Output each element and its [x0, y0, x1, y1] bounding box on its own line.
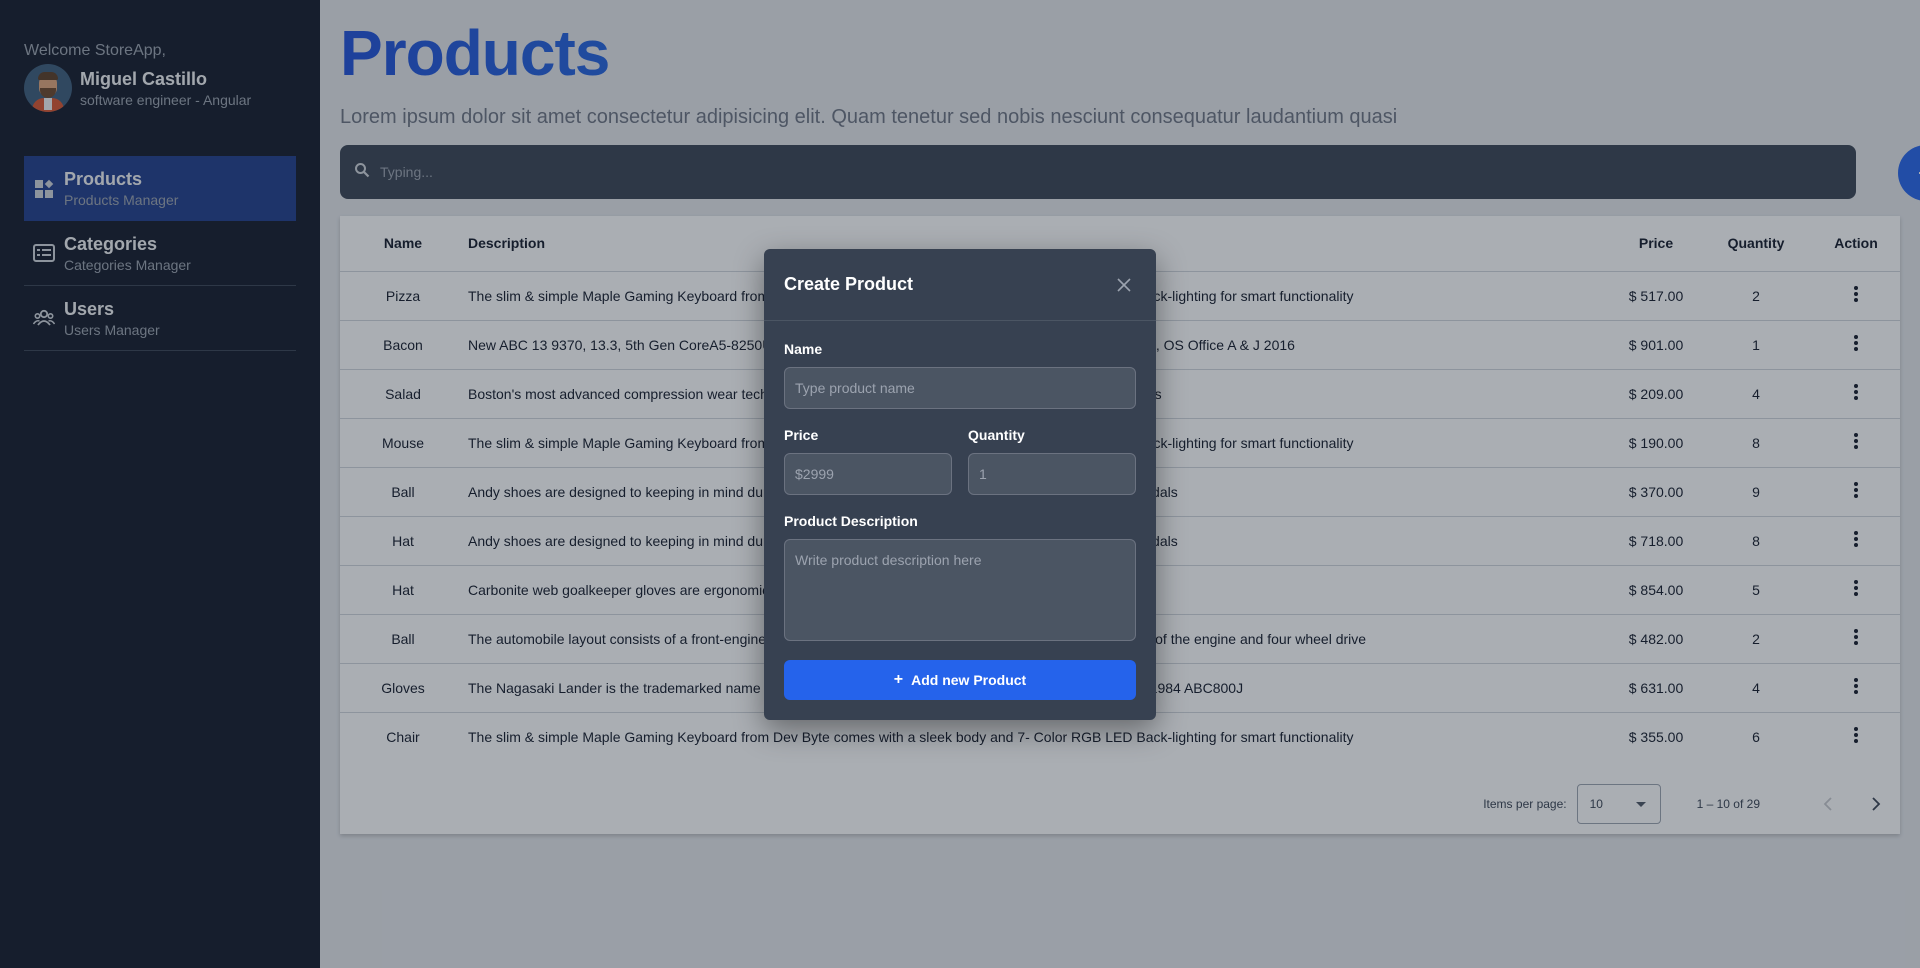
product-name-input[interactable] [784, 367, 1136, 409]
modal-body: Name Price Quantity Product Description … [764, 321, 1156, 700]
close-icon [1117, 277, 1131, 292]
quantity-label: Quantity [968, 427, 1025, 443]
quantity-input[interactable] [968, 453, 1136, 495]
description-label: Product Description [784, 513, 918, 529]
create-product-modal: Create Product Name Price Quantity Produ… [764, 249, 1156, 720]
close-button[interactable] [1112, 273, 1136, 297]
modal-header: Create Product [764, 249, 1156, 321]
price-label: Price [784, 427, 819, 443]
modal-title: Create Product [784, 274, 914, 294]
plus-icon: + [893, 671, 904, 688]
add-new-product-label: Add new Product [911, 672, 1027, 688]
name-label: Name [784, 341, 823, 357]
product-description-textarea[interactable] [784, 539, 1136, 641]
price-input[interactable] [784, 453, 952, 495]
add-new-product-button[interactable]: + Add new Product [784, 660, 1136, 700]
